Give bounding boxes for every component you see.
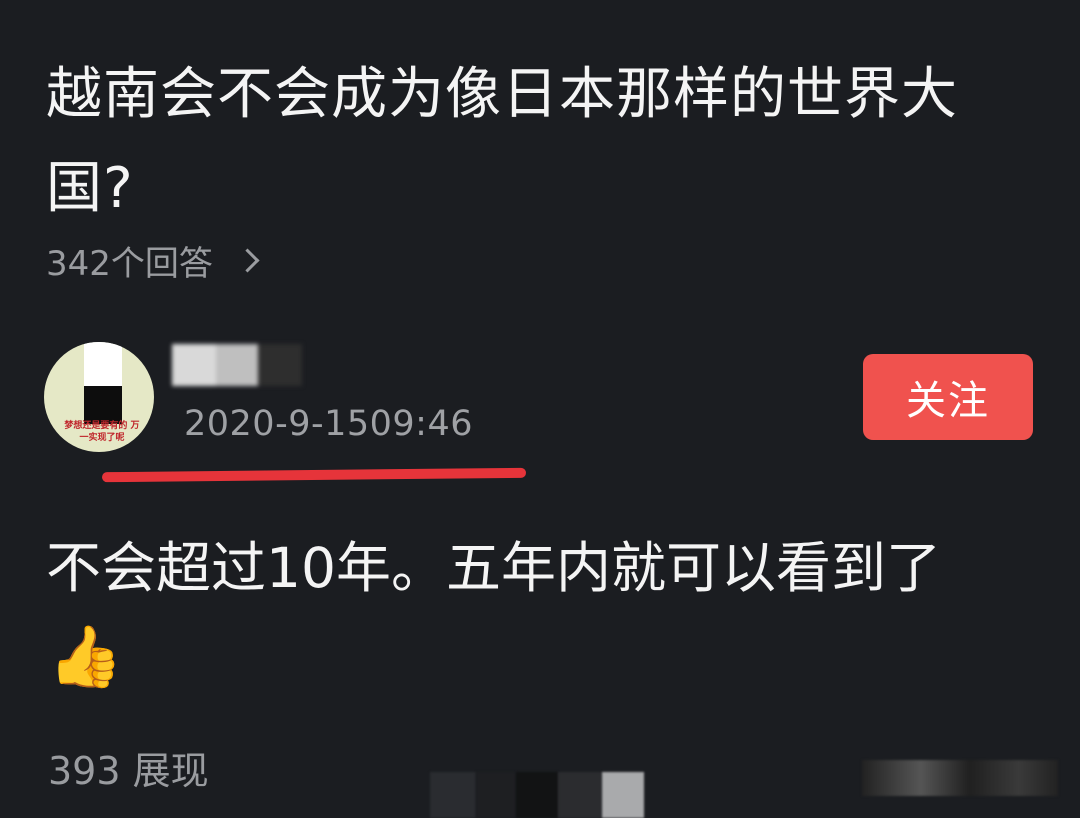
- answer-text: 不会超过10年。五年内就可以看到了: [46, 536, 941, 600]
- avatar-redaction-light: [84, 342, 122, 386]
- avatar-redaction-dark: [84, 386, 122, 424]
- thumbs-up-icon: 👍: [48, 622, 123, 692]
- avatar[interactable]: 梦想还是要有的 万一实现了呢: [44, 342, 154, 452]
- answer-count-label: 342个回答: [46, 244, 213, 284]
- avatar-caption: 梦想还是要有的 万一实现了呢: [64, 421, 140, 443]
- question-title[interactable]: 越南会不会成为像日本那样的世界大国?: [46, 48, 1036, 236]
- redacted-strip-2: [476, 772, 516, 818]
- redacted-strip-4: [558, 772, 602, 818]
- red-underline-annotation: [101, 467, 527, 483]
- answer-timestamp: 2020-9-1509:46: [184, 404, 473, 444]
- chevron-right-icon: [235, 248, 260, 273]
- redacted-strip-5: [602, 772, 644, 818]
- author-name-redacted[interactable]: ██ █ ]: [172, 344, 302, 386]
- redacted-strip-3: [516, 772, 558, 818]
- redacted-strip-6: [862, 760, 1058, 796]
- redacted-strip-1: [430, 772, 476, 818]
- answer-count-link[interactable]: 342个回答: [46, 236, 260, 285]
- follow-button[interactable]: 关注: [863, 354, 1033, 440]
- view-count: 393 展现: [48, 749, 209, 793]
